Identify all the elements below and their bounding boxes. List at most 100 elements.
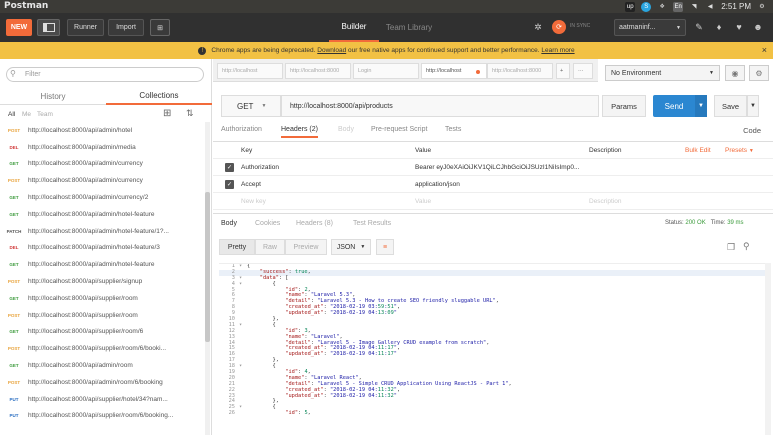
send-dropdown-button[interactable]: ▼ [695,95,707,117]
notifications-icon[interactable]: ♦ [713,21,725,33]
sort-icon[interactable]: ⇅ [186,108,194,119]
user-icon[interactable]: ☻ [752,21,764,33]
search-icon[interactable]: ⚲ [743,241,750,252]
tab-tests[interactable]: Tests [445,126,461,133]
scrollbar-thumb[interactable] [205,192,210,342]
pretty-button[interactable]: Pretty [219,239,255,255]
list-item[interactable]: GET http://localhost:8000/api/admin/curre… [0,156,205,173]
environment-dropdown[interactable]: No Environment ▼ [605,65,720,81]
new-window-button[interactable]: ⊞ [150,19,170,36]
tab-response-headers[interactable]: Headers (8) [296,220,333,227]
bulk-edit-link[interactable]: Bulk Edit [685,147,711,154]
tab-team-library[interactable]: Team Library [379,13,439,42]
new-description-input[interactable]: Description [589,198,622,205]
power-icon[interactable]: ⚙ [757,2,767,12]
tab-authorization[interactable]: Authorization [221,126,262,133]
tab-body[interactable]: Body [338,126,354,133]
fold-icon[interactable] [239,411,247,417]
request-tab[interactable]: http://localhost [217,63,283,79]
new-value-input[interactable]: Value [415,198,431,205]
presets-dropdown[interactable]: Presets ▼ [725,147,754,154]
workspace-dropdown[interactable]: aatmaninf... ▼ [614,19,686,36]
heart-icon[interactable]: ♥ [733,21,745,33]
filter-all[interactable]: All [8,111,15,118]
more-tabs-button[interactable]: ··· [573,63,593,79]
skype-icon[interactable]: S [641,1,652,12]
list-item[interactable]: DEL http://localhost:8000/api/admin/hotel… [0,240,205,257]
header-key[interactable]: Authorization [241,164,279,171]
header-enabled-checkbox[interactable]: ✓ [225,180,234,189]
wrap-lines-button[interactable]: ≡ [376,239,394,255]
manage-environments-button[interactable]: ⚙ [749,65,769,81]
wifi-icon[interactable]: ◥ [689,2,699,12]
request-tab[interactable]: Login [353,63,419,79]
format-dropdown[interactable]: JSON ▼ [331,239,371,255]
raw-button[interactable]: Raw [255,239,285,255]
volume-icon[interactable]: ◀ [705,2,715,12]
new-button[interactable]: NEW [6,19,32,36]
request-tab[interactable]: http://localhost:8000 [487,63,553,79]
list-item[interactable]: GET http://localhost:8000/api/admin/room [0,357,205,374]
list-item[interactable]: GET http://localhost:8000/api/admin/curre… [0,189,205,206]
preview-button[interactable]: Preview [285,239,327,255]
import-button[interactable]: Import [108,19,144,36]
clock[interactable]: 2:51 PM [721,2,751,11]
header-key[interactable]: Accept [241,181,261,188]
send-button[interactable]: Send [653,95,695,117]
header-value[interactable]: application/json [415,181,460,188]
list-item[interactable]: PUT http://localhost:8000/api/supplier/ro… [0,408,205,425]
sidebar-toggle-button[interactable] [37,19,60,36]
url-input[interactable]: http://localhost:8000/api/products [281,95,599,117]
interceptor-icon[interactable]: ✲ [532,21,544,33]
environment-quick-look-button[interactable]: ◉ [725,65,745,81]
code-scrollbar[interactable] [765,263,771,435]
dropbox-icon[interactable]: ❖ [657,2,667,12]
list-item[interactable]: DEL http://localhost:8000/api/admin/media [0,139,205,156]
header-value[interactable]: Bearer eyJ0eXAiOiJKV1QiLCJhbGciOiJSUzI1N… [415,164,579,171]
list-item[interactable]: GET http://localhost:8000/api/admin/hotel… [0,206,205,223]
tab-test-results[interactable]: Test Results [353,220,391,227]
code-link[interactable]: Code [743,126,761,135]
list-item[interactable]: GET http://localhost:8000/api/supplier/ro… [0,290,205,307]
list-item[interactable]: PUT http://localhost:8000/api/supplier/ho… [0,391,205,408]
tab-history[interactable]: History [0,88,106,105]
list-item[interactable]: POST http://localhost:8000/api/supplier/r… [0,307,205,324]
copy-icon[interactable]: ❐ [727,242,735,253]
list-item[interactable]: POST http://localhost:8000/api/admin/hote… [0,122,205,139]
list-item[interactable]: GET http://localhost:8000/api/admin/hotel… [0,256,205,273]
response-body-code[interactable]: 1 ▾{2 "success": true, 3 ▾ "data": [4 ▾ {5 "… [219,263,767,435]
header-enabled-checkbox[interactable]: ✓ [225,163,234,172]
learn-more-link[interactable]: Learn more [541,47,574,54]
list-item[interactable]: PATCH http://localhost:8000/api/admin/hot… [0,223,205,240]
new-collection-icon[interactable]: ⊞ [163,108,171,119]
close-icon[interactable]: × [762,45,767,55]
list-item[interactable]: POST http://localhost:8000/api/admin/curr… [0,172,205,189]
filter-input[interactable]: Filter [6,67,204,82]
save-dropdown-button[interactable]: ▼ [747,95,759,117]
tab-collections[interactable]: Collections [106,88,212,105]
request-tab[interactable]: http://localhost:8000 [285,63,351,79]
filter-team[interactable]: Team [37,111,53,118]
method-dropdown[interactable]: GET ▼ [221,95,281,117]
filter-me[interactable]: Me [22,111,31,118]
sync-icon[interactable]: ⟳ [552,20,566,34]
download-link[interactable]: Download [317,47,346,54]
tab-pre-request-script[interactable]: Pre-request Script [371,126,427,133]
new-key-input[interactable]: New key [241,198,266,205]
settings-icon[interactable]: ✎ [693,21,705,33]
sidebar-scrollbar[interactable] [205,122,210,435]
tab-response-body[interactable]: Body [221,220,237,227]
tab-headers[interactable]: Headers (2) [281,126,318,138]
list-item[interactable]: GET http://localhost:8000/api/supplier/ro… [0,324,205,341]
tab-cookies[interactable]: Cookies [255,220,280,227]
tab-builder[interactable]: Builder [329,13,379,42]
upwork-icon[interactable]: up [625,1,636,12]
runner-button[interactable]: Runner [67,19,104,36]
list-item[interactable]: POST http://localhost:8000/api/supplier/s… [0,273,205,290]
list-item[interactable]: POST http://localhost:8000/api/admin/room… [0,374,205,391]
keyboard-icon[interactable]: En [673,1,684,12]
params-button[interactable]: Params [602,95,646,117]
request-tab[interactable]: http://localhost [421,63,487,79]
add-tab-button[interactable]: + [556,63,570,79]
list-item[interactable]: POST http://localhost:8000/api/supplier/r… [0,340,205,357]
